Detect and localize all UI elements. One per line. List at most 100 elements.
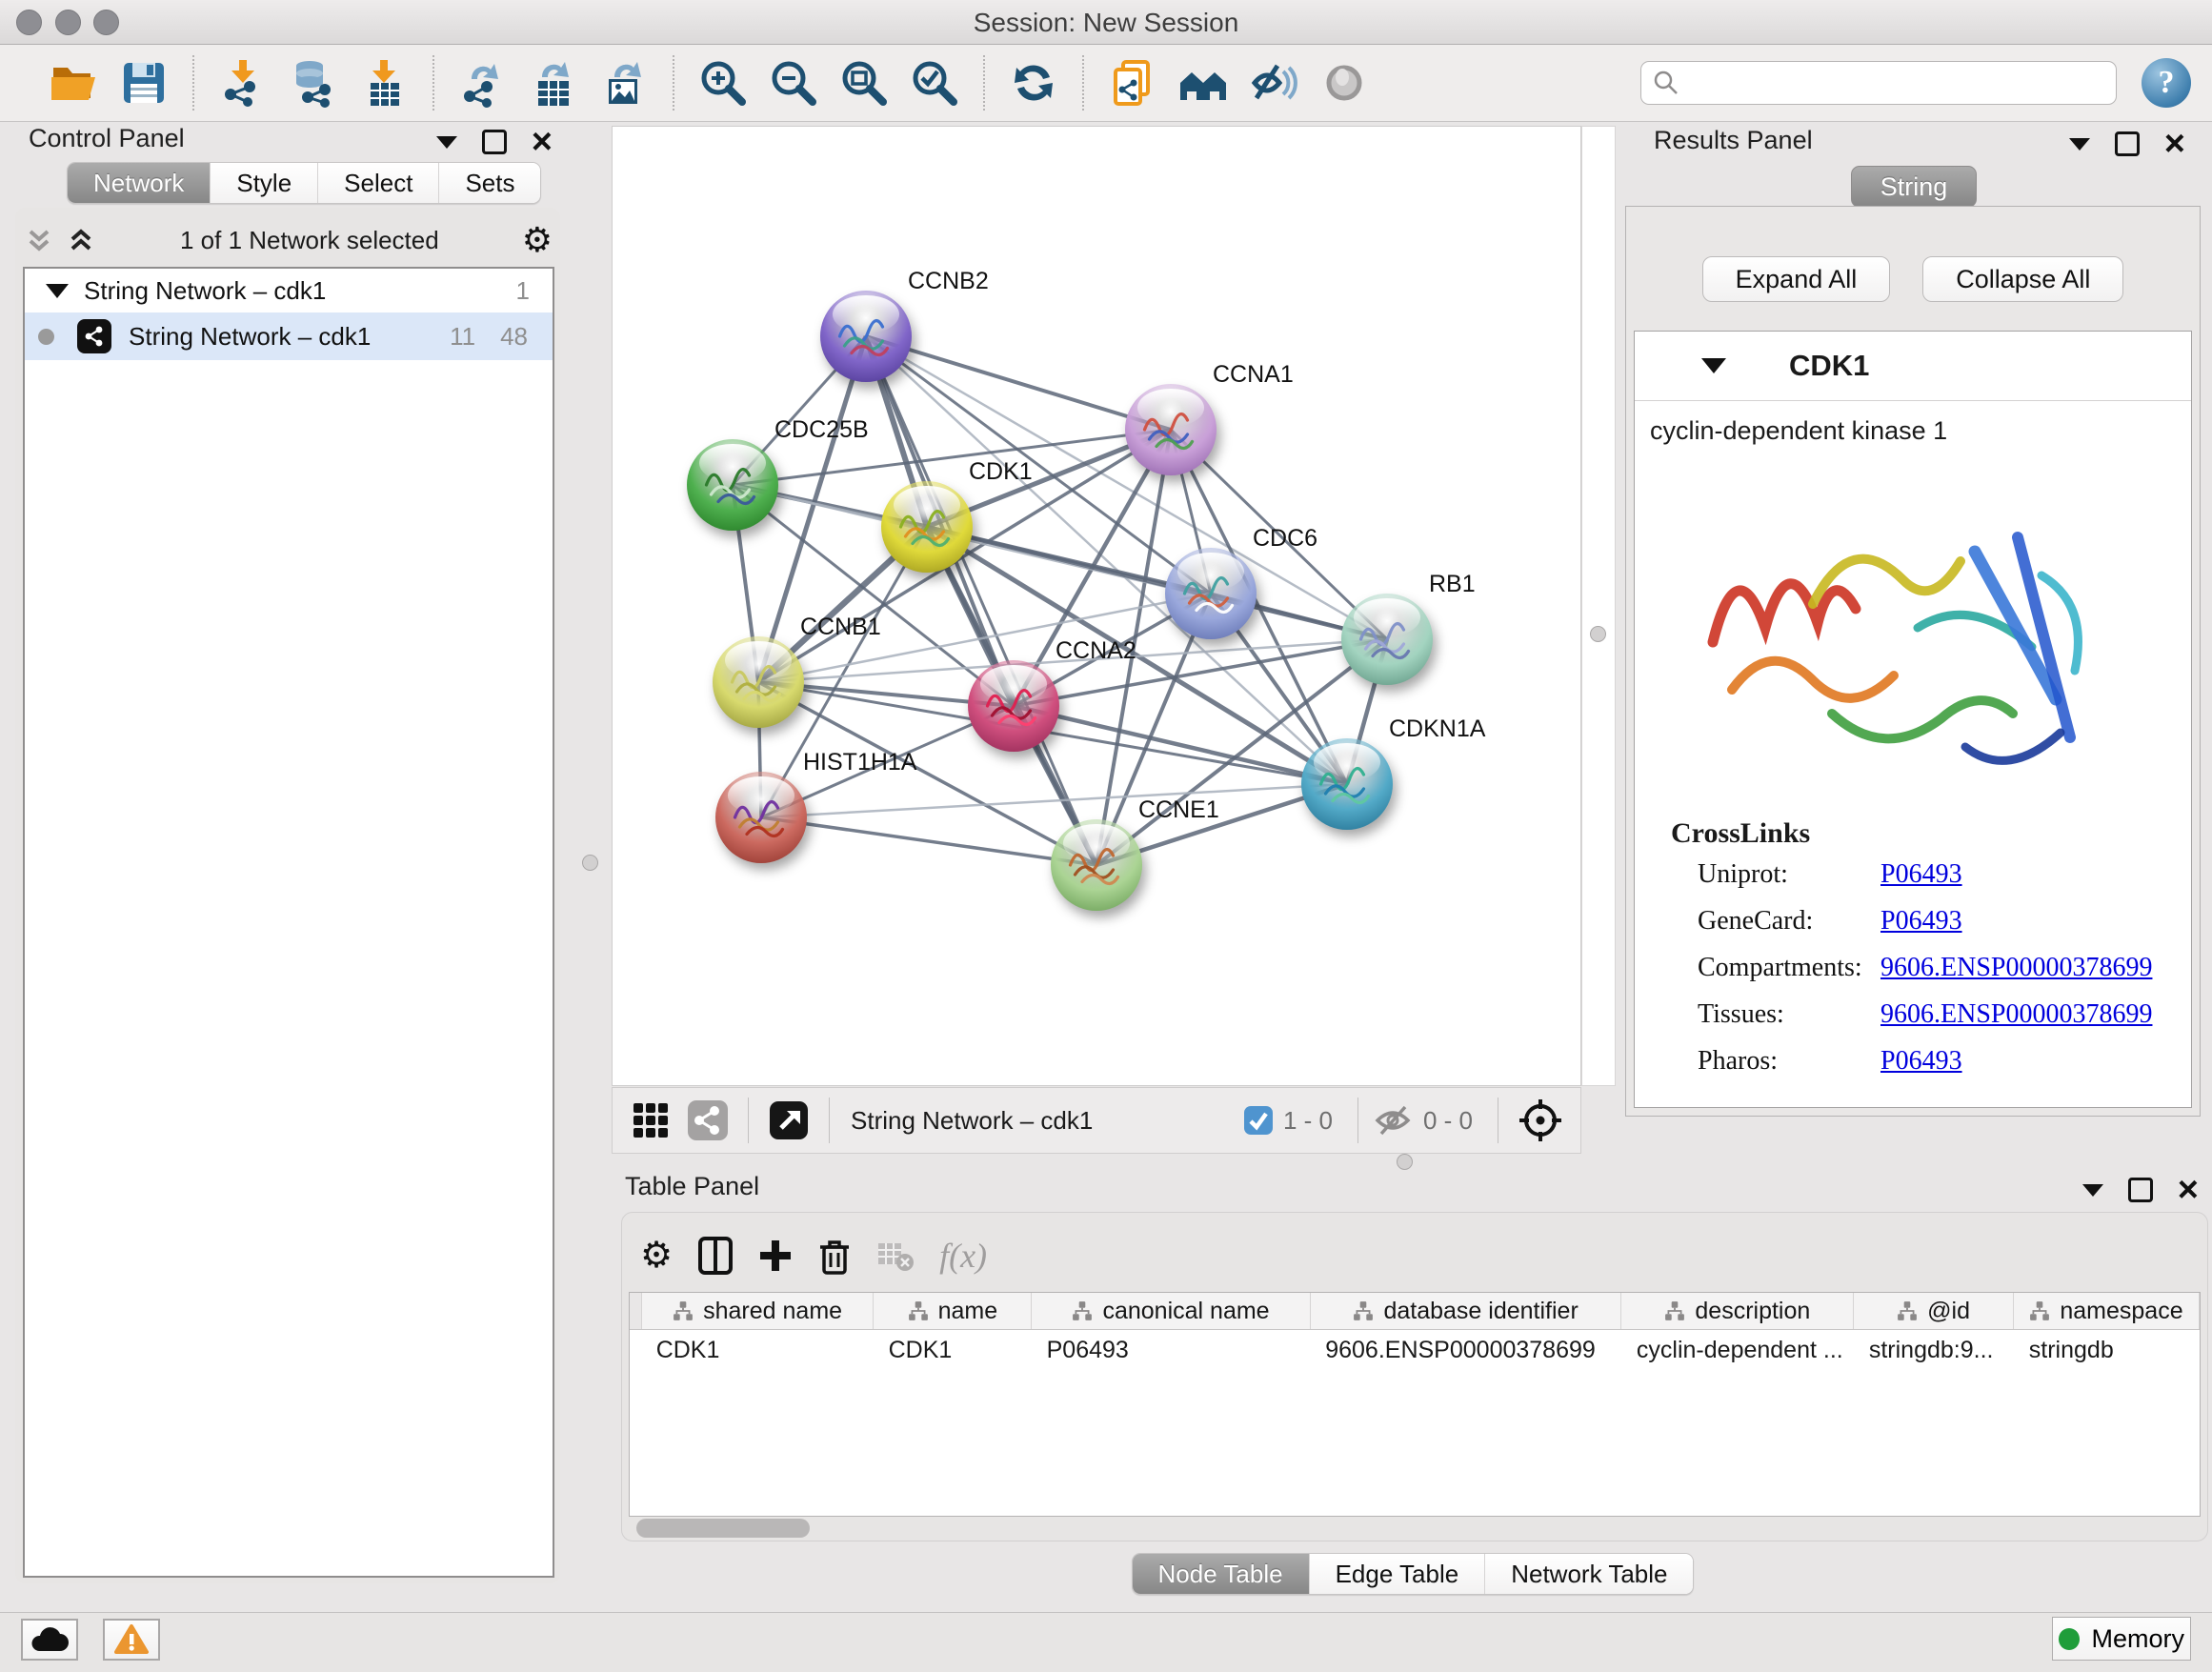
table-cell[interactable]: CDK1	[874, 1330, 1032, 1370]
fit-content-button[interactable]	[1514, 1094, 1567, 1147]
table-panel-menu-icon[interactable]	[2082, 1184, 2103, 1197]
crosslink-value-link[interactable]: P06493	[1880, 1046, 1962, 1077]
export-network-button[interactable]	[453, 53, 513, 112]
results-panel-menu-icon[interactable]	[2069, 138, 2090, 151]
selected-checkbox-icon[interactable]	[1243, 1105, 1274, 1136]
table-column-header[interactable]: database identifier	[1311, 1293, 1622, 1329]
search-input[interactable]	[1689, 68, 2104, 99]
tab-style[interactable]: Style	[210, 163, 317, 203]
collapse-all-button[interactable]: Collapse All	[1922, 256, 2123, 302]
delete-column-icon[interactable]	[817, 1236, 852, 1276]
table-cell[interactable]: 9606.ENSP00000378699	[1310, 1330, 1621, 1370]
table-cell[interactable]: CDK1	[641, 1330, 874, 1370]
entry-expander-icon[interactable]	[1701, 358, 1726, 373]
control-panel-close-icon[interactable]: ×	[532, 131, 553, 152]
tab-network[interactable]: Network	[68, 163, 210, 203]
network-node-ccna1[interactable]	[1125, 384, 1217, 475]
table-settings-gear-icon[interactable]: ⚙	[640, 1237, 673, 1275]
zoom-selected-button[interactable]	[905, 53, 964, 112]
network-edge[interactable]	[866, 336, 1171, 430]
cloud-status-button[interactable]	[21, 1619, 78, 1661]
table-column-header[interactable]: name	[874, 1293, 1032, 1329]
add-column-icon[interactable]	[758, 1239, 793, 1273]
network-node-ccnb1[interactable]	[713, 636, 804, 728]
show-all-button[interactable]	[1315, 53, 1374, 112]
hide-selected-button[interactable]	[1244, 53, 1303, 112]
tab-node-table[interactable]: Node Table	[1133, 1554, 1309, 1594]
table-panel-float-icon[interactable]	[2128, 1178, 2153, 1202]
tab-string[interactable]: String	[1851, 166, 1978, 208]
network-edge[interactable]	[1014, 706, 1347, 784]
network-node-rb1[interactable]	[1341, 594, 1433, 685]
table-cell[interactable]: stringdb	[2014, 1330, 2200, 1370]
node-entry-header[interactable]: CDK1	[1635, 332, 2191, 400]
export-image-button[interactable]	[594, 53, 654, 112]
network-canvas[interactable]: CCNB2CCNA1CDC25BCDK1CDC6RB1CCNB1CCNA2CDK…	[612, 126, 1581, 1086]
toolbar-separator	[983, 55, 985, 111]
control-panel-float-icon[interactable]	[482, 130, 507, 154]
import-table-button[interactable]	[354, 53, 413, 112]
export-table-button[interactable]	[524, 53, 583, 112]
tab-network-table[interactable]: Network Table	[1484, 1554, 1693, 1594]
network-node-ccnb2[interactable]	[820, 291, 912, 382]
collapse-all-networks-icon[interactable]	[23, 224, 55, 256]
open-session-button[interactable]	[44, 53, 103, 112]
import-network-database-button[interactable]	[284, 53, 343, 112]
table-column-header[interactable]: @id	[1854, 1293, 2014, 1329]
canvas-results-splitter[interactable]	[1581, 126, 1616, 1086]
memory-button[interactable]: Memory	[2052, 1617, 2191, 1661]
network-node-hist1h1a[interactable]	[715, 772, 807, 863]
show-columns-icon[interactable]	[697, 1236, 734, 1276]
table-panel-close-icon[interactable]: ×	[2178, 1179, 2199, 1200]
string-view-button[interactable]	[683, 1096, 733, 1145]
collection-expander-icon[interactable]	[46, 284, 69, 298]
tab-select[interactable]: Select	[317, 163, 438, 203]
birds-eye-view-button[interactable]	[626, 1096, 675, 1145]
crosslink-value-link[interactable]: P06493	[1880, 906, 1962, 937]
crosslink-value-link[interactable]: 9606.ENSP00000378699	[1880, 999, 2152, 1030]
network-collection-row[interactable]: String Network – cdk1 1	[25, 269, 553, 312]
network-edge[interactable]	[761, 817, 1096, 865]
crosslink-value-link[interactable]: P06493	[1880, 859, 1962, 890]
open-in-browser-button[interactable]	[764, 1096, 814, 1145]
table-horizontal-scrollbar[interactable]	[636, 1519, 810, 1538]
save-session-button[interactable]	[114, 53, 173, 112]
zoom-out-button[interactable]	[764, 53, 823, 112]
network-edge[interactable]	[866, 336, 1096, 865]
table-column-header[interactable]: namespace	[2014, 1293, 2200, 1329]
zoom-in-button[interactable]	[694, 53, 753, 112]
results-panel-close-icon[interactable]: ×	[2164, 133, 2185, 154]
new-network-from-selection-button[interactable]	[1103, 53, 1162, 112]
splitter-handle[interactable]	[1590, 626, 1606, 642]
crosslink-value-link[interactable]: 9606.ENSP00000378699	[1880, 953, 2152, 983]
import-network-file-button[interactable]	[213, 53, 272, 112]
table-cell[interactable]: cyclin-dependent ...	[1621, 1330, 1854, 1370]
network-node-cdc6[interactable]	[1165, 548, 1257, 639]
splitter-handle[interactable]	[582, 855, 598, 871]
network-node-ccna2[interactable]	[968, 660, 1059, 752]
table-cell[interactable]: P06493	[1032, 1330, 1311, 1370]
table-column-header[interactable]: description	[1621, 1293, 1854, 1329]
table-column-header[interactable]: canonical name	[1032, 1293, 1311, 1329]
control-panel-menu-icon[interactable]	[436, 136, 457, 149]
apply-layout-button[interactable]	[1004, 53, 1063, 112]
network-node-cdkn1a[interactable]	[1301, 738, 1393, 830]
network-row[interactable]: String Network – cdk1 11 48	[25, 312, 553, 360]
tab-edge-table[interactable]: Edge Table	[1309, 1554, 1485, 1594]
results-panel-float-icon[interactable]	[2115, 131, 2140, 156]
table-row[interactable]: CDK1CDK1P064939606.ENSP00000378699cyclin…	[630, 1330, 2200, 1370]
table-cell[interactable]: stringdb:9...	[1854, 1330, 2014, 1370]
network-node-cdc25b[interactable]	[687, 439, 778, 531]
expand-all-button[interactable]: Expand All	[1702, 256, 1891, 302]
warnings-button[interactable]	[103, 1619, 160, 1661]
help-button[interactable]: ?	[2142, 58, 2191, 108]
zoom-fit-button[interactable]	[835, 53, 894, 112]
table-column-header[interactable]: shared name	[642, 1293, 875, 1329]
network-node-ccne1[interactable]	[1051, 819, 1142, 911]
tab-sets[interactable]: Sets	[438, 163, 540, 203]
network-node-cdk1[interactable]	[881, 481, 973, 573]
network-options-gear-icon[interactable]: ⚙	[522, 223, 553, 257]
hidden-eye-icon[interactable]	[1374, 1103, 1414, 1138]
first-neighbors-button[interactable]	[1174, 53, 1233, 112]
expand-all-networks-icon[interactable]	[65, 224, 97, 256]
